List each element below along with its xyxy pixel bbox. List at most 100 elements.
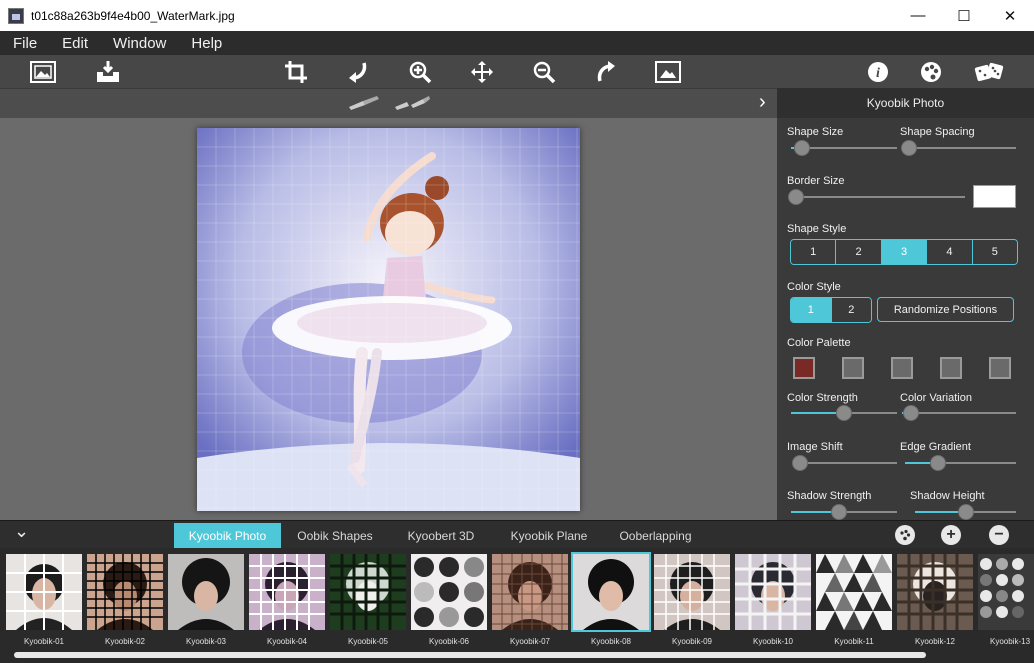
brush-double-icon[interactable] xyxy=(393,95,431,116)
preset-thumb-selected[interactable] xyxy=(571,552,651,632)
randomize-positions-button[interactable]: Randomize Positions xyxy=(877,297,1014,322)
open-image-icon[interactable] xyxy=(28,57,58,87)
palette-swatch-1[interactable] xyxy=(793,357,815,379)
preset-label: Kyoobik-09 xyxy=(671,637,713,646)
crop-icon[interactable] xyxy=(281,57,311,87)
preset-thumb[interactable] xyxy=(249,554,325,630)
shape-style-option-1[interactable]: 1 xyxy=(791,240,837,264)
menu-window[interactable]: Window xyxy=(100,35,178,52)
shape-size-knob[interactable] xyxy=(793,140,810,156)
preset-thumb[interactable] xyxy=(654,554,730,630)
zoom-in-icon[interactable] xyxy=(405,57,435,87)
preset-label: Kyoobik-04 xyxy=(266,637,308,646)
rotate-left-icon[interactable] xyxy=(343,57,373,87)
remove-preset-button[interactable]: − xyxy=(989,525,1009,545)
menu-file[interactable]: File xyxy=(0,35,49,52)
dice-icon[interactable] xyxy=(974,57,1004,87)
shape-size-slider[interactable] xyxy=(791,140,897,156)
shadow-strength-slider[interactable] xyxy=(791,504,897,520)
save-download-icon[interactable] xyxy=(93,57,123,87)
tab-kyoobik-plane[interactable]: Kyoobik Plane xyxy=(495,523,603,549)
preset-style-icon[interactable] xyxy=(895,525,915,545)
color-strength-knob[interactable] xyxy=(836,405,852,421)
strip-scrollbar[interactable] xyxy=(14,652,926,658)
shadow-height-slider[interactable] xyxy=(915,504,1016,520)
brush-icon[interactable] xyxy=(347,95,381,116)
color-palette-label: Color Palette xyxy=(787,337,851,349)
move-icon[interactable] xyxy=(467,57,497,87)
preset-thumb[interactable] xyxy=(6,554,82,630)
color-style-selector: 1 2 xyxy=(790,297,872,323)
edge-gradient-knob[interactable] xyxy=(930,455,947,471)
edge-gradient-slider[interactable] xyxy=(905,455,1016,471)
tab-ooberlapping[interactable]: Ooberlapping xyxy=(605,523,706,549)
color-variation-slider[interactable] xyxy=(902,405,1016,421)
palette-swatch-5[interactable] xyxy=(989,357,1011,379)
minimize-button[interactable]: — xyxy=(895,0,941,31)
preset-label: Kyoobik-01 xyxy=(23,637,65,646)
preset-thumb[interactable] xyxy=(897,554,973,630)
shape-spacing-slider[interactable] xyxy=(900,140,1016,156)
window-title: t01c88a263b9f4e4b00_WaterMark.jpg xyxy=(31,8,235,23)
tab-kyoobik-photo[interactable]: Kyoobik Photo xyxy=(174,523,281,549)
title-bar: t01c88a263b9f4e4b00_WaterMark.jpg — ☐ ✕ xyxy=(0,0,1034,31)
preset-thumb[interactable] xyxy=(816,554,892,630)
image-shift-knob[interactable] xyxy=(792,455,809,471)
border-size-knob[interactable] xyxy=(788,189,805,205)
preset-thumb[interactable] xyxy=(411,554,487,630)
preset-label: Kyoobik-06 xyxy=(428,637,470,646)
preset-thumb[interactable] xyxy=(492,554,568,630)
menu-bar: File Edit Window Help xyxy=(0,31,1034,55)
shadow-height-knob[interactable] xyxy=(957,504,974,520)
zoom-out-icon[interactable] xyxy=(529,57,559,87)
rotate-right-icon[interactable] xyxy=(591,57,621,87)
color-style-option-1[interactable]: 1 xyxy=(791,298,832,322)
maximize-button[interactable]: ☐ xyxy=(941,0,987,31)
collapse-strip-icon[interactable]: ⌄ xyxy=(14,521,29,542)
tab-kyoobert-3d[interactable]: Kyoobert 3D xyxy=(389,523,493,549)
palette-icon[interactable] xyxy=(916,57,946,87)
palette-swatch-3[interactable] xyxy=(891,357,913,379)
settings-panel: Shape Size Shape Spacing Border Size Sha… xyxy=(777,118,1034,520)
panel-title: Kyoobik Photo xyxy=(777,88,1034,118)
menu-edit[interactable]: Edit xyxy=(49,35,100,52)
shadow-strength-knob[interactable] xyxy=(830,504,847,520)
preset-thumb[interactable] xyxy=(168,554,244,630)
fit-image-icon[interactable] xyxy=(653,57,683,87)
sub-toolbar: › xyxy=(0,88,777,118)
preset-label: Kyoobik-07 xyxy=(509,637,551,646)
shape-style-option-4[interactable]: 4 xyxy=(927,240,973,264)
preset-thumb[interactable] xyxy=(87,554,163,630)
close-button[interactable]: ✕ xyxy=(987,0,1033,31)
border-size-slider[interactable] xyxy=(788,189,965,205)
preset-thumb[interactable] xyxy=(330,554,406,630)
color-strength-slider[interactable] xyxy=(791,405,897,421)
color-variation-knob[interactable] xyxy=(903,405,920,421)
preset-label: Kyoobik-05 xyxy=(347,637,389,646)
palette-swatch-4[interactable] xyxy=(940,357,962,379)
menu-help[interactable]: Help xyxy=(178,35,234,52)
svg-text:i: i xyxy=(876,66,880,81)
preset-label: Kyoobik-10 xyxy=(752,637,794,646)
shape-style-option-2[interactable]: 2 xyxy=(836,240,882,264)
border-color-swatch[interactable] xyxy=(973,185,1016,208)
color-style-option-2[interactable]: 2 xyxy=(831,298,871,322)
preset-thumb[interactable] xyxy=(735,554,811,630)
shape-spacing-knob[interactable] xyxy=(900,140,917,156)
image-shift-slider[interactable] xyxy=(792,455,897,471)
shadow-strength-label: Shadow Strength xyxy=(787,490,872,502)
preview-image[interactable] xyxy=(197,128,580,511)
expand-panel-icon[interactable]: › xyxy=(759,91,766,114)
shape-style-option-5[interactable]: 5 xyxy=(972,240,1017,264)
palette-swatch-2[interactable] xyxy=(842,357,864,379)
app-icon xyxy=(8,7,24,24)
preset-thumb[interactable] xyxy=(978,554,1034,630)
tab-oobik-shapes[interactable]: Oobik Shapes xyxy=(283,523,387,549)
shape-style-option-3[interactable]: 3 xyxy=(881,240,928,264)
preset-label: Kyoobik-12 xyxy=(914,637,956,646)
toolbar: i xyxy=(0,55,1034,88)
shape-spacing-label: Shape Spacing xyxy=(900,126,975,138)
info-icon[interactable]: i xyxy=(863,57,893,87)
add-preset-button[interactable]: + xyxy=(941,525,961,545)
image-shift-label: Image Shift xyxy=(787,441,843,453)
